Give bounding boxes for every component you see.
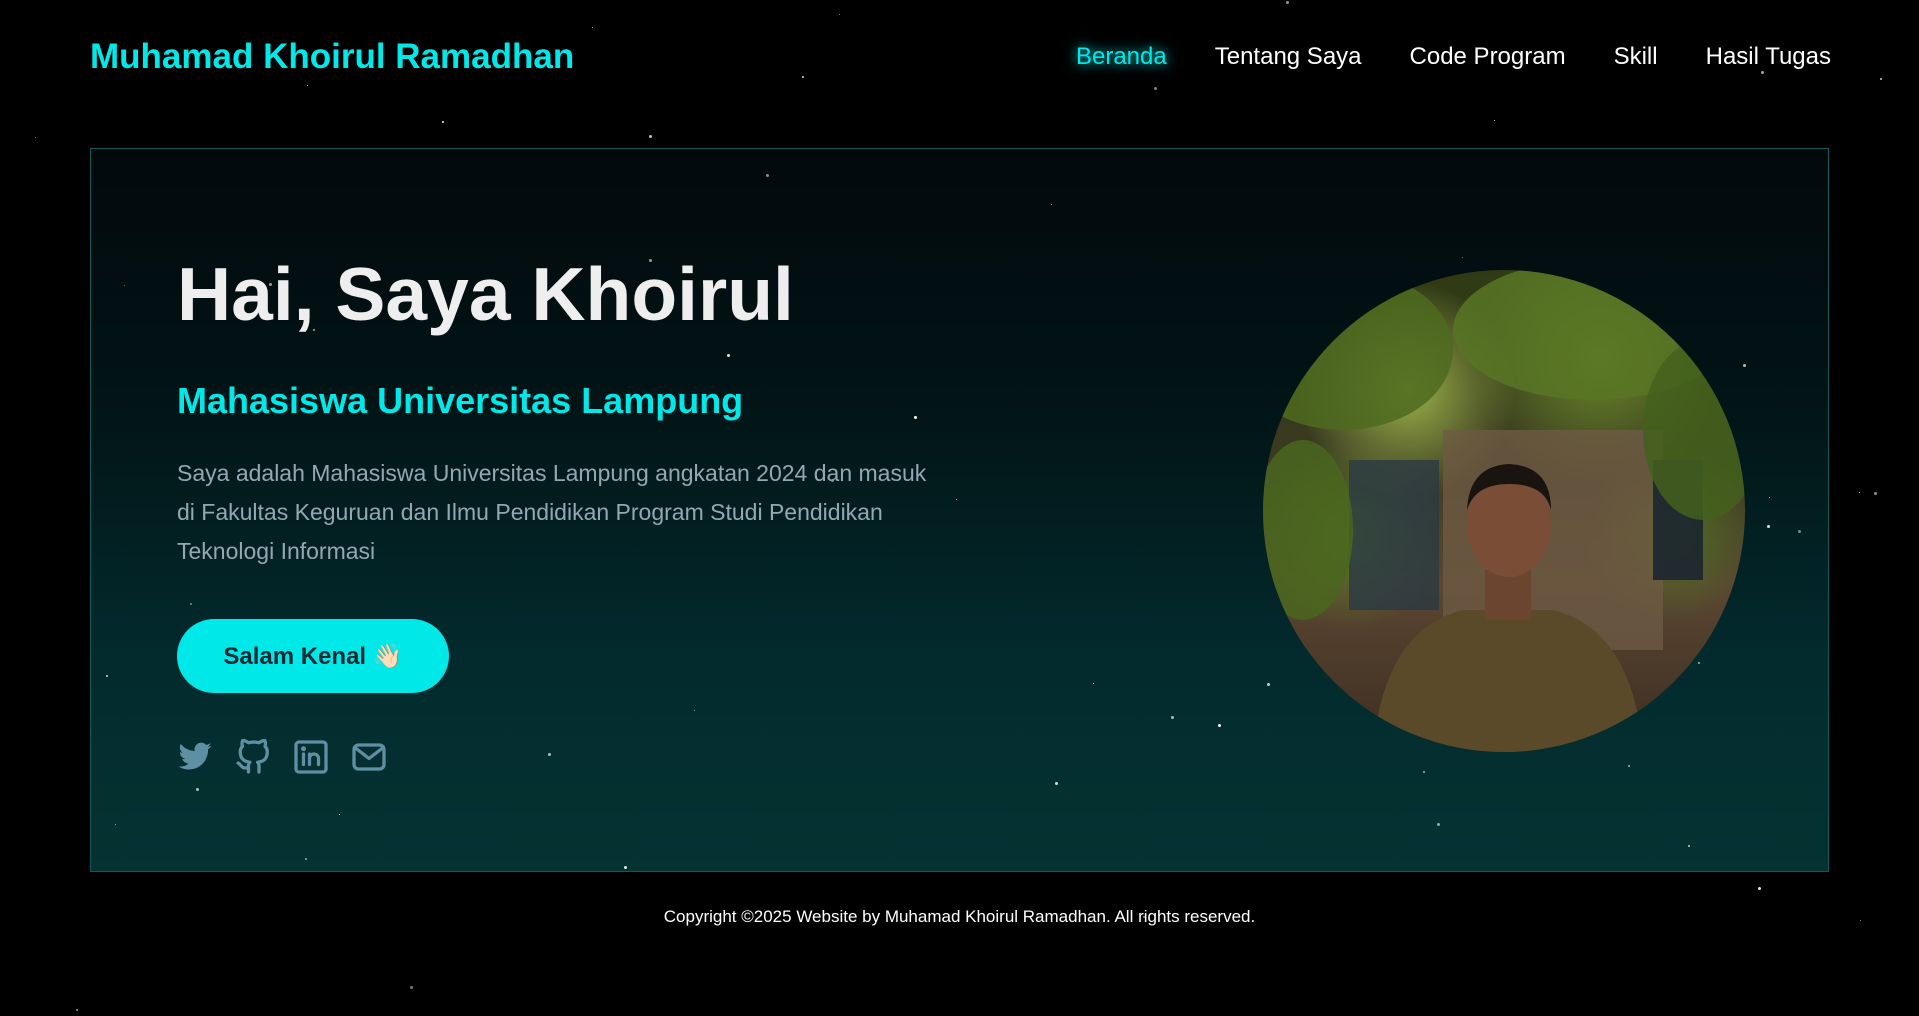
star-dot [124,285,125,286]
profile-photo-illustration [1263,270,1745,752]
site-header: Muhamad Khoirul Ramadhan Beranda Tentang… [0,0,1919,116]
star-dot [548,753,551,756]
linkedin-icon[interactable] [293,739,329,775]
star-dot [339,814,340,815]
star-dot [1093,683,1094,684]
copyright-text: Copyright ©2025 Website by Muhamad Khoir… [663,907,1256,926]
star-dot [766,174,769,177]
star-dot [1218,724,1221,727]
nav-item-tentang-saya[interactable]: Tentang Saya [1215,40,1362,74]
star-dot [956,499,957,500]
star-dot [1423,771,1425,773]
star-dot [410,986,413,989]
star-dot [35,137,36,138]
star-dot [1437,823,1440,826]
star-dot [305,858,307,860]
star-dot [76,1009,78,1011]
main-nav: Beranda Tentang Saya Code Program Skill … [1028,40,1831,74]
star-dot [1628,765,1630,767]
cta-label: Salam Kenal 👋🏻 [223,642,403,670]
social-links [177,738,387,775]
star-dot [1769,497,1770,498]
star-dot [442,121,444,123]
star-dot [1859,492,1860,493]
star-dot [1171,716,1174,719]
hero-greeting: Hai, Saya Khoirul [177,252,794,336]
star-dot [190,603,192,605]
star-dot [694,710,695,711]
star-dot [196,788,199,791]
nav-item-skill[interactable]: Skill [1614,40,1658,74]
nav-item-beranda[interactable]: Beranda [1076,40,1167,74]
star-dot [1767,525,1770,528]
hero-section: Hai, Saya Khoirul Mahasiswa Universitas … [90,148,1829,872]
profile-photo [1263,270,1745,752]
nav-item-hasil-tugas[interactable]: Hasil Tugas [1706,40,1831,74]
star-dot [1051,204,1052,205]
site-footer: Copyright ©2025 Website by Muhamad Khoir… [0,906,1919,928]
star-dot [115,824,116,825]
hero-subtitle: Mahasiswa Universitas Lampung [177,380,744,421]
star-dot [1798,530,1801,533]
star-dot [914,416,917,419]
twitter-icon[interactable] [177,739,213,775]
star-dot [1698,662,1700,664]
star-dot [1743,364,1746,367]
github-icon[interactable] [235,738,271,775]
star-dot [649,135,652,138]
site-brand[interactable]: Muhamad Khoirul Ramadhan [90,36,574,78]
star-dot [1494,120,1495,121]
salam-kenal-button[interactable]: Salam Kenal 👋🏻 [177,619,449,693]
star-dot [1267,683,1270,686]
star-dot [106,675,108,677]
star-dot [727,354,730,357]
hero-description: Saya adalah Mahasiswa Universitas Lampun… [177,460,927,564]
nav-item-code-program[interactable]: Code Program [1410,40,1566,74]
star-dot [1874,492,1877,495]
star-dot [1688,845,1690,847]
star-dot [1758,887,1761,890]
mail-icon[interactable] [351,739,387,775]
star-dot [1462,257,1463,258]
star-dot [624,866,627,869]
star-dot [1055,782,1058,785]
